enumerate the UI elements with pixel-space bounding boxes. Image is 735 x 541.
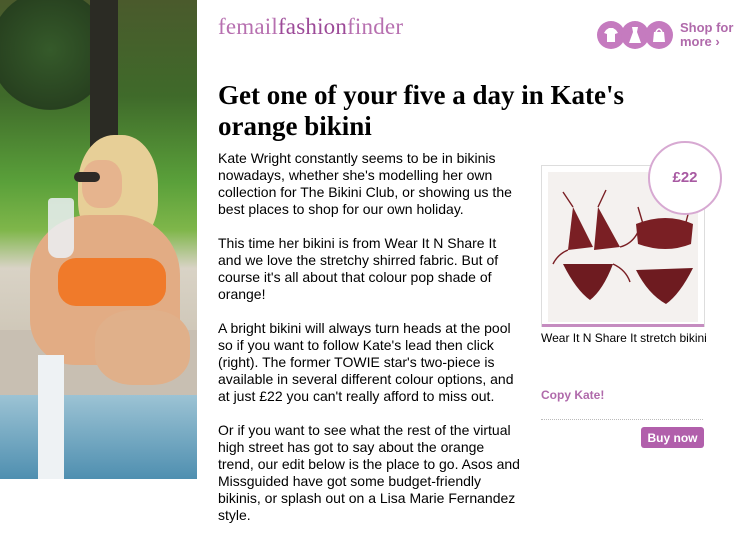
bag-icon[interactable] (645, 21, 673, 49)
shop-icons[interactable] (597, 21, 673, 49)
article-photo (0, 0, 197, 479)
price-badge: £22 (648, 141, 722, 215)
paragraph: A bright bikini will always turn heads a… (218, 320, 514, 404)
paragraph: Kate Wright constantly seems to be in bi… (218, 150, 512, 217)
shop-for-more-line2[interactable]: more › (680, 34, 720, 49)
article-body: Kate Wright constantly seems to be in bi… (218, 150, 523, 541)
buy-now-button[interactable]: Buy now (641, 427, 704, 448)
product-caption: Wear It N Share It stretch bikini (541, 331, 707, 345)
pool-water (0, 395, 197, 479)
face (82, 160, 122, 208)
pool-post (38, 355, 64, 479)
paragraph: This time her bikini is from Wear It N S… (218, 235, 499, 302)
leg (95, 310, 190, 385)
femail-fashion-finder-logo[interactable]: femailfashionfinder (218, 14, 403, 40)
shop-for-more-line1[interactable]: Shop for (680, 20, 733, 35)
image-underline (542, 324, 704, 327)
sunglasses (74, 172, 100, 182)
shop-for-more-link[interactable]: Shop for more › (680, 21, 733, 49)
paragraph: Or if you want to see what the rest of t… (218, 422, 520, 523)
article-headline: Get one of your five a day in Kate's ora… (218, 80, 624, 141)
copy-kate-link[interactable]: Copy Kate! (541, 388, 604, 402)
wine-glass (48, 198, 74, 258)
dotted-divider (541, 419, 703, 420)
orange-bikini (58, 258, 166, 306)
